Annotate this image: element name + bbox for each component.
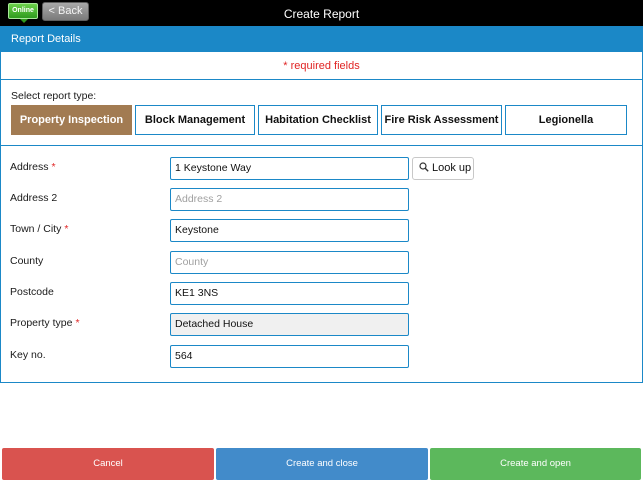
online-status-badge: Online (8, 3, 38, 23)
property-type-row: Property type * Detached House (0, 313, 643, 340)
report-type-legionella[interactable]: Legionella (505, 105, 627, 135)
address2-input[interactable]: Address 2 (170, 188, 409, 211)
address2-label: Address 2 (10, 192, 58, 204)
report-type-section: Select report type: Property Inspection … (1, 80, 642, 146)
address2-row: Address 2 Address 2 (0, 188, 643, 215)
county-input[interactable]: County (170, 251, 409, 274)
postcode-input[interactable]: KE1 3NS (170, 282, 409, 305)
action-bar: Cancel Create and close Create and open (0, 448, 643, 482)
look-up-label: Look up (432, 162, 472, 174)
town-input[interactable]: Keystone (170, 219, 409, 242)
page-title: Create Report (283, 7, 360, 21)
report-type-block-management[interactable]: Block Management (135, 105, 255, 135)
report-type-fire-risk-assessment[interactable]: Fire Risk Assessment (381, 105, 502, 135)
report-type-habitation-checklist[interactable]: Habitation Checklist (258, 105, 378, 135)
key-no-row: Key no. 564 (0, 345, 643, 372)
property-type-label: Property type * (10, 317, 80, 329)
key-no-label: Key no. (10, 349, 46, 361)
look-up-button[interactable]: Look up (412, 157, 474, 180)
cancel-button[interactable]: Cancel (2, 448, 214, 480)
top-bar: Online < Back Create Report (0, 0, 643, 26)
create-and-open-button[interactable]: Create and open (430, 448, 641, 480)
county-row: County County (0, 251, 643, 278)
panel-header: Report Details (1, 27, 642, 52)
back-button[interactable]: < Back (42, 2, 89, 21)
county-label: County (10, 255, 44, 267)
required-fields-note: * required fields (1, 52, 642, 80)
town-row: Town / City * Keystone (0, 219, 643, 246)
report-type-label: Select report type: (11, 90, 97, 102)
postcode-row: Postcode KE1 3NS (0, 282, 643, 309)
create-and-close-button[interactable]: Create and close (216, 448, 428, 480)
address-row: Address * 1 Keystone Way Look up (0, 157, 643, 184)
town-label: Town / City * (10, 223, 69, 235)
address-label: Address * (10, 161, 56, 173)
address-input[interactable]: 1 Keystone Way (170, 157, 409, 180)
property-type-select[interactable]: Detached House (170, 313, 409, 336)
key-no-input[interactable]: 564 (170, 345, 409, 368)
magnifier-icon (419, 162, 429, 172)
postcode-label: Postcode (10, 286, 54, 298)
report-type-property-inspection[interactable]: Property Inspection (11, 105, 132, 135)
